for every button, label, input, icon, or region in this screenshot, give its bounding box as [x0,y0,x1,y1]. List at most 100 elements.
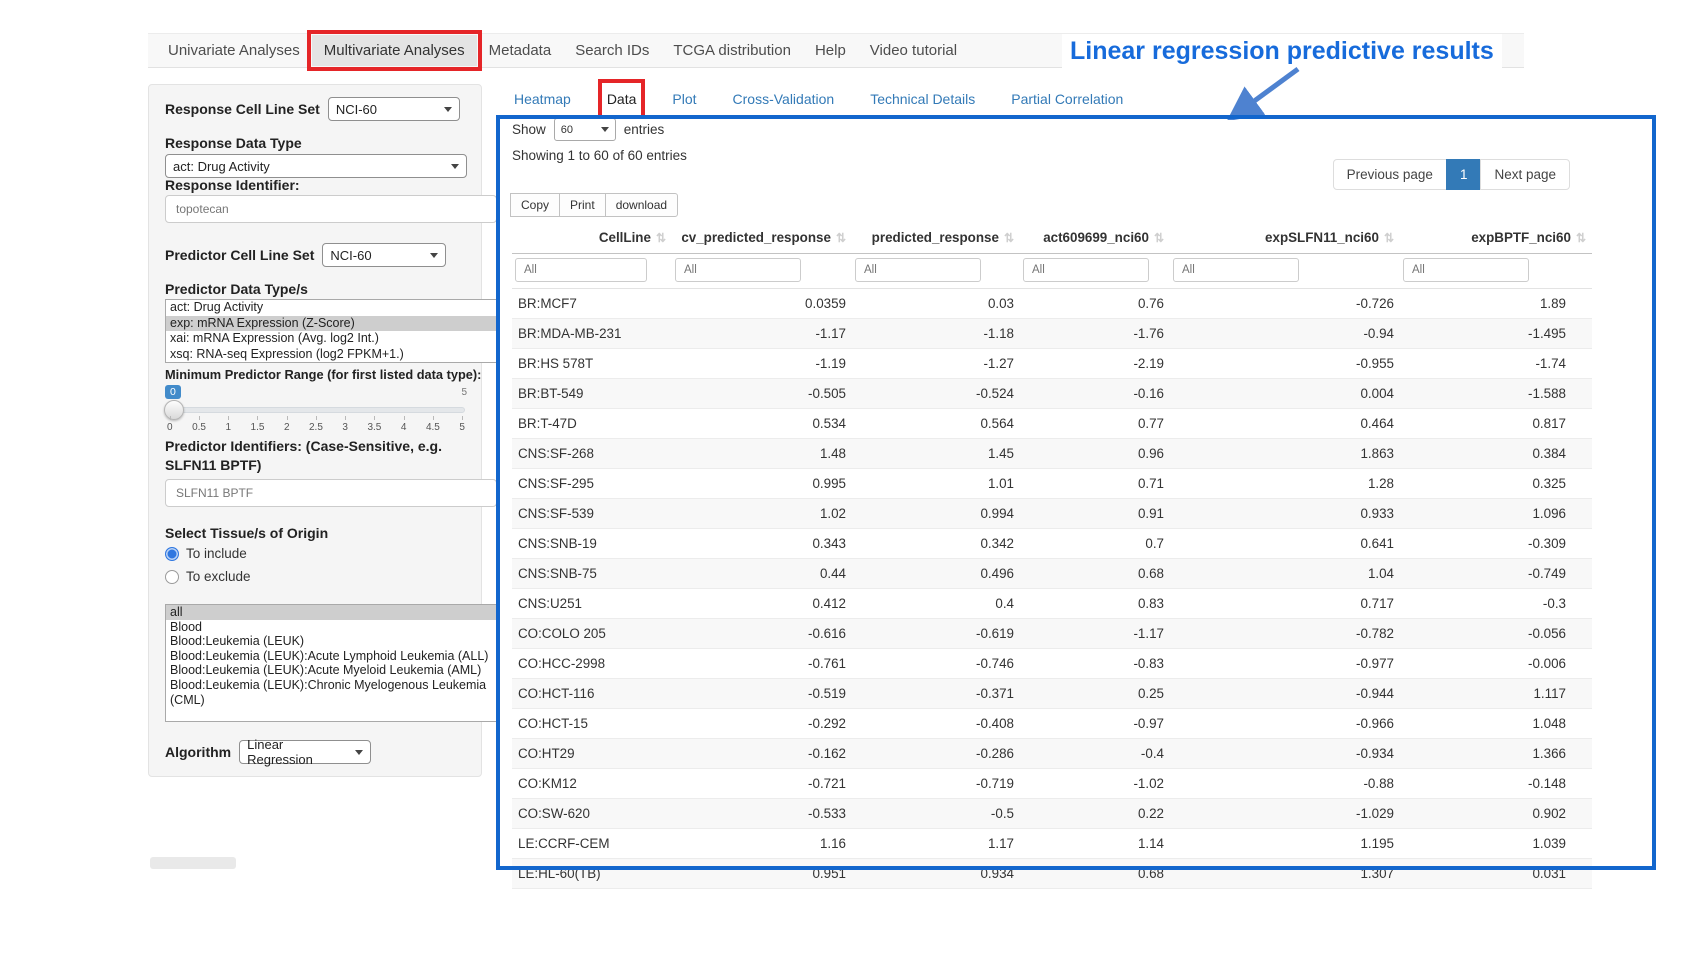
table-row[interactable]: BR:HS 578T -1.19 -1.27 -2.19 -0.955 -1.7… [512,349,1592,379]
sort-icon[interactable]: ⇅ [656,231,666,245]
listbox-option-blood-leukemia-leuk-acute-myeloid-leukemia-aml[interactable]: Blood:Leukemia (LEUK):Acute Myeloid Leuk… [166,663,496,678]
column-filter-input[interactable] [515,258,647,282]
predictor-data-types-label: Predictor Data Type/s [165,281,467,297]
tab-data[interactable]: Data [605,86,639,112]
nav-item-metadata[interactable]: Metadata [477,35,564,66]
nav-item-help[interactable]: Help [803,35,858,66]
cv-predicted-response-cell: 0.412 [672,589,852,619]
cellline-cell: CNS:SNB-19 [512,529,672,559]
listbox-option-xsq-rna-seq-expression-log2-fpkm-1[interactable]: xsq: RNA-seq Expression (log2 FPKM+1.) [166,347,496,363]
table-row[interactable]: CO:HCT-116 -0.519 -0.371 0.25 -0.944 1.1… [512,679,1592,709]
column-header-expslfn11-nci60[interactable]: expSLFN11_nci60⇅ [1170,222,1400,254]
table-row[interactable]: CNS:SNB-75 0.44 0.496 0.68 1.04 -0.749 [512,559,1592,589]
next-page-button[interactable]: Next page [1480,159,1570,190]
listbox-option-blood-leukemia-leuk[interactable]: Blood:Leukemia (LEUK) [166,634,496,649]
nav-item-univariate-analyses[interactable]: Univariate Analyses [156,35,312,66]
expbptf-cell: 0.817 [1400,409,1592,439]
response-identifier-input[interactable] [165,195,497,223]
expslfn11-cell: 0.641 [1170,529,1400,559]
radio-to-include[interactable]: To include [165,546,467,561]
algorithm-select[interactable]: Linear Regression [239,740,371,764]
radio-dot-icon [165,547,179,561]
table-row[interactable]: CO:KM12 -0.721 -0.719 -1.02 -0.88 -0.148 [512,769,1592,799]
pagination: Previous page 1 Next page [1333,159,1570,190]
act609699-cell: 0.22 [1020,799,1170,829]
predicted-response-cell: 0.496 [852,559,1020,589]
slider-handle[interactable] [164,400,184,420]
tab-heatmap[interactable]: Heatmap [512,86,573,112]
predicted-response-cell: 0.03 [852,289,1020,319]
tab-cross-validation[interactable]: Cross-Validation [731,86,837,112]
table-row[interactable]: CO:COLO 205 -0.616 -0.619 -1.17 -0.782 -… [512,619,1592,649]
cutoff-panel [150,857,236,869]
nav-item-video-tutorial[interactable]: Video tutorial [858,35,969,66]
table-row[interactable]: BR:BT-549 -0.505 -0.524 -0.16 0.004 -1.5… [512,379,1592,409]
table-row[interactable]: CO:HCC-2998 -0.761 -0.746 -0.83 -0.977 -… [512,649,1592,679]
column-header-act609699-nci60[interactable]: act609699_nci60⇅ [1020,222,1170,254]
act609699-cell: 0.71 [1020,469,1170,499]
listbox-option-blood[interactable]: Blood [166,620,496,635]
cv-predicted-response-cell: 0.995 [672,469,852,499]
listbox-option-xai-mrna-expression-avg-log2-int[interactable]: xai: mRNA Expression (Avg. log2 Int.) [166,331,496,347]
table-row[interactable]: CNS:SNB-19 0.343 0.342 0.7 0.641 -0.309 [512,529,1592,559]
sort-icon[interactable]: ⇅ [1004,231,1014,245]
listbox-option-all[interactable]: all [166,605,496,620]
radio-to-exclude[interactable]: To exclude [165,569,467,584]
export-button-copy[interactable]: Copy [510,193,560,217]
listbox-option-blood-leukemia-leuk-chronic-myelogenous-leukemia-cml[interactable]: Blood:Leukemia (LEUK):Chronic Myelogenou… [166,678,496,707]
response-data-type-select[interactable]: act: Drug Activity [165,154,467,178]
page-length-select[interactable]: 60 [554,118,616,141]
expslfn11-cell: 1.04 [1170,559,1400,589]
export-button-print[interactable]: Print [559,193,606,217]
page-number-button[interactable]: 1 [1446,159,1482,190]
table-row[interactable]: BR:MDA-MB-231 -1.17 -1.18 -1.76 -0.94 -1… [512,319,1592,349]
nav-item-search-ids[interactable]: Search IDs [563,35,661,66]
column-header-predicted-response[interactable]: predicted_response⇅ [852,222,1020,254]
table-row[interactable]: CO:HT29 -0.162 -0.286 -0.4 -0.934 1.366 [512,739,1592,769]
predicted-response-cell: -1.18 [852,319,1020,349]
column-header-cv-predicted-response[interactable]: cv_predicted_response⇅ [672,222,852,254]
listbox-option-exp-mrna-expression-z-score[interactable]: exp: mRNA Expression (Z-Score) [166,316,496,332]
column-header-cellline[interactable]: CellLine⇅ [512,222,672,254]
cellline-cell: BR:MDA-MB-231 [512,319,672,349]
chevron-down-icon [430,253,438,258]
table-row[interactable]: BR:T-47D 0.534 0.564 0.77 0.464 0.817 [512,409,1592,439]
table-row[interactable]: CO:SW-620 -0.533 -0.5 0.22 -1.029 0.902 [512,799,1592,829]
table-row[interactable]: BR:MCF7 0.0359 0.03 0.76 -0.726 1.89 [512,289,1592,319]
table-row[interactable]: CNS:SF-539 1.02 0.994 0.91 0.933 1.096 [512,499,1592,529]
sort-icon[interactable]: ⇅ [1384,231,1394,245]
column-filter-input[interactable] [1023,258,1149,282]
export-button-download[interactable]: download [605,193,678,217]
listbox-option-blood-leukemia-leuk-acute-lymphoid-leukemia-all[interactable]: Blood:Leukemia (LEUK):Acute Lymphoid Leu… [166,649,496,664]
predictor-identifiers-input[interactable] [165,479,497,507]
predictor-cell-line-set-select[interactable]: NCI-60 [322,243,446,267]
sort-icon[interactable]: ⇅ [1154,231,1164,245]
nav-item-tcga-distribution[interactable]: TCGA distribution [661,35,803,66]
tab-technical-details[interactable]: Technical Details [868,86,977,112]
column-filter-input[interactable] [855,258,981,282]
tab-partial-correlation[interactable]: Partial Correlation [1009,86,1125,112]
table-row[interactable]: CNS:U251 0.412 0.4 0.83 0.717 -0.3 [512,589,1592,619]
sort-icon[interactable]: ⇅ [836,231,846,245]
column-header-expbptf-nci60[interactable]: expBPTF_nci60⇅ [1400,222,1592,254]
expbptf-cell: -0.749 [1400,559,1592,589]
previous-page-button[interactable]: Previous page [1333,159,1447,190]
slider-track[interactable] [167,407,465,413]
table-row[interactable]: CNS:SF-268 1.48 1.45 0.96 1.863 0.384 [512,439,1592,469]
sort-icon[interactable]: ⇅ [1576,231,1586,245]
table-row[interactable]: LE:HL-60(TB) 0.951 0.934 0.68 1.307 0.03… [512,859,1592,889]
column-filter-input[interactable] [1403,258,1529,282]
slider-tick-0: 0 [167,422,173,433]
table-row[interactable]: LE:CCRF-CEM 1.16 1.17 1.14 1.195 1.039 [512,829,1592,859]
listbox-option-act-drug-activity[interactable]: act: Drug Activity [166,300,496,316]
table-row[interactable]: CNS:SF-295 0.995 1.01 0.71 1.28 0.325 [512,469,1592,499]
nav-item-multivariate-analyses[interactable]: Multivariate Analyses [312,35,477,66]
column-filter-input[interactable] [675,258,801,282]
expslfn11-cell: 0.464 [1170,409,1400,439]
response-cell-line-set-select[interactable]: NCI-60 [328,97,460,121]
tab-plot[interactable]: Plot [670,86,698,112]
table-row[interactable]: CO:HCT-15 -0.292 -0.408 -0.97 -0.966 1.0… [512,709,1592,739]
column-filter-input[interactable] [1173,258,1299,282]
expbptf-cell: 1.89 [1400,289,1592,319]
algorithm-label: Algorithm [165,744,231,760]
